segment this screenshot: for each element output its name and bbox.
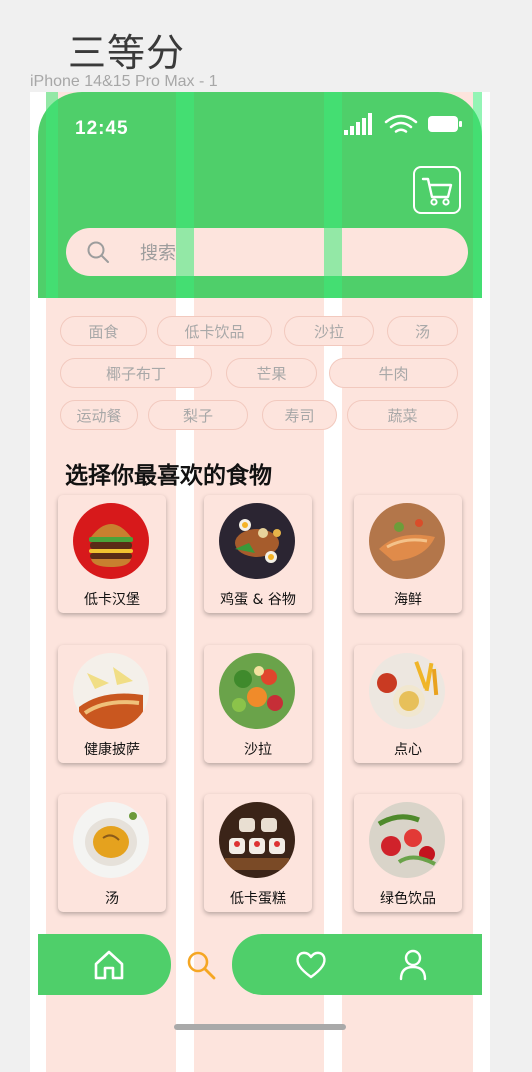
- grid-overlay: [324, 92, 342, 298]
- food-card[interactable]: 鸡蛋 & 谷物: [204, 495, 312, 613]
- card-label: 海鲜: [394, 592, 422, 608]
- food-card[interactable]: 点心: [354, 645, 462, 763]
- cart-icon: [421, 177, 453, 206]
- section-title: 选择你最喜欢的食物: [65, 463, 272, 489]
- card-label: 鸡蛋 & 谷物: [220, 592, 296, 608]
- grid-overlay: [473, 92, 482, 298]
- card-label: 沙拉: [244, 742, 272, 758]
- app-header: 12:45: [38, 92, 482, 298]
- eggs-grains-image: [219, 503, 295, 579]
- card-label: 低卡蛋糕: [230, 891, 286, 907]
- chip-lowcal-drinks[interactable]: 低卡饮品: [157, 316, 272, 346]
- soup-image: [73, 802, 149, 878]
- burger-image: [73, 503, 149, 579]
- salad-image: [219, 653, 295, 729]
- snacks-image: [369, 653, 445, 729]
- grid-overlay: [46, 92, 58, 298]
- cake-image: [219, 802, 295, 878]
- canvas-title: 三等分: [68, 31, 186, 75]
- cart-button[interactable]: [413, 166, 461, 214]
- green-drinks-image: [369, 802, 445, 878]
- pizza-image: [73, 653, 149, 729]
- card-label: 汤: [105, 891, 119, 907]
- battery-icon: [428, 116, 462, 132]
- chip-pear[interactable]: 梨子: [148, 400, 248, 430]
- heart-icon[interactable]: [294, 948, 328, 982]
- food-card[interactable]: 海鲜: [354, 495, 462, 613]
- frame-label: iPhone 14&15 Pro Max - 1: [30, 73, 218, 90]
- food-card[interactable]: 沙拉: [204, 645, 312, 763]
- search-bar[interactable]: [66, 228, 468, 276]
- chip-mango[interactable]: 芒果: [226, 358, 317, 388]
- chip-soup[interactable]: 汤: [387, 316, 458, 346]
- chip-vegetables[interactable]: 蔬菜: [347, 400, 458, 430]
- food-card[interactable]: 汤: [58, 794, 166, 912]
- chip-coconut-pudding[interactable]: 椰子布丁: [60, 358, 212, 388]
- food-card[interactable]: 健康披萨: [58, 645, 166, 763]
- chip-noodles[interactable]: 面食: [60, 316, 147, 346]
- chip-sushi[interactable]: 寿司: [262, 400, 337, 430]
- user-icon[interactable]: [398, 948, 428, 982]
- food-card[interactable]: 低卡蛋糕: [204, 794, 312, 912]
- chip-sports-meal[interactable]: 运动餐: [60, 400, 138, 430]
- status-time: 12:45: [75, 118, 129, 139]
- search-icon: [87, 241, 109, 263]
- signal-icon: [344, 113, 372, 135]
- grid-overlay: [176, 92, 194, 298]
- card-label: 健康披萨: [84, 742, 140, 758]
- seafood-image: [369, 503, 445, 579]
- card-label: 绿色饮品: [380, 891, 436, 907]
- phone-frame: 12:45 搜索 面食 低卡饮品 沙拉 汤 椰子布丁 芒果 牛肉 运动餐 梨子 …: [30, 92, 490, 1072]
- food-card[interactable]: 绿色饮品: [354, 794, 462, 912]
- card-label: 低卡汉堡: [84, 592, 140, 608]
- food-card[interactable]: 低卡汉堡: [58, 495, 166, 613]
- nav-bar-left: [38, 934, 171, 995]
- search-icon[interactable]: [185, 949, 217, 981]
- status-icons: [344, 113, 462, 135]
- chip-beef[interactable]: 牛肉: [329, 358, 458, 388]
- nav-bar-right: [232, 934, 482, 995]
- home-icon[interactable]: [92, 948, 126, 982]
- chip-salad[interactable]: 沙拉: [284, 316, 374, 346]
- home-indicator[interactable]: [174, 1024, 346, 1030]
- card-label: 点心: [394, 742, 422, 758]
- wifi-icon: [384, 114, 418, 133]
